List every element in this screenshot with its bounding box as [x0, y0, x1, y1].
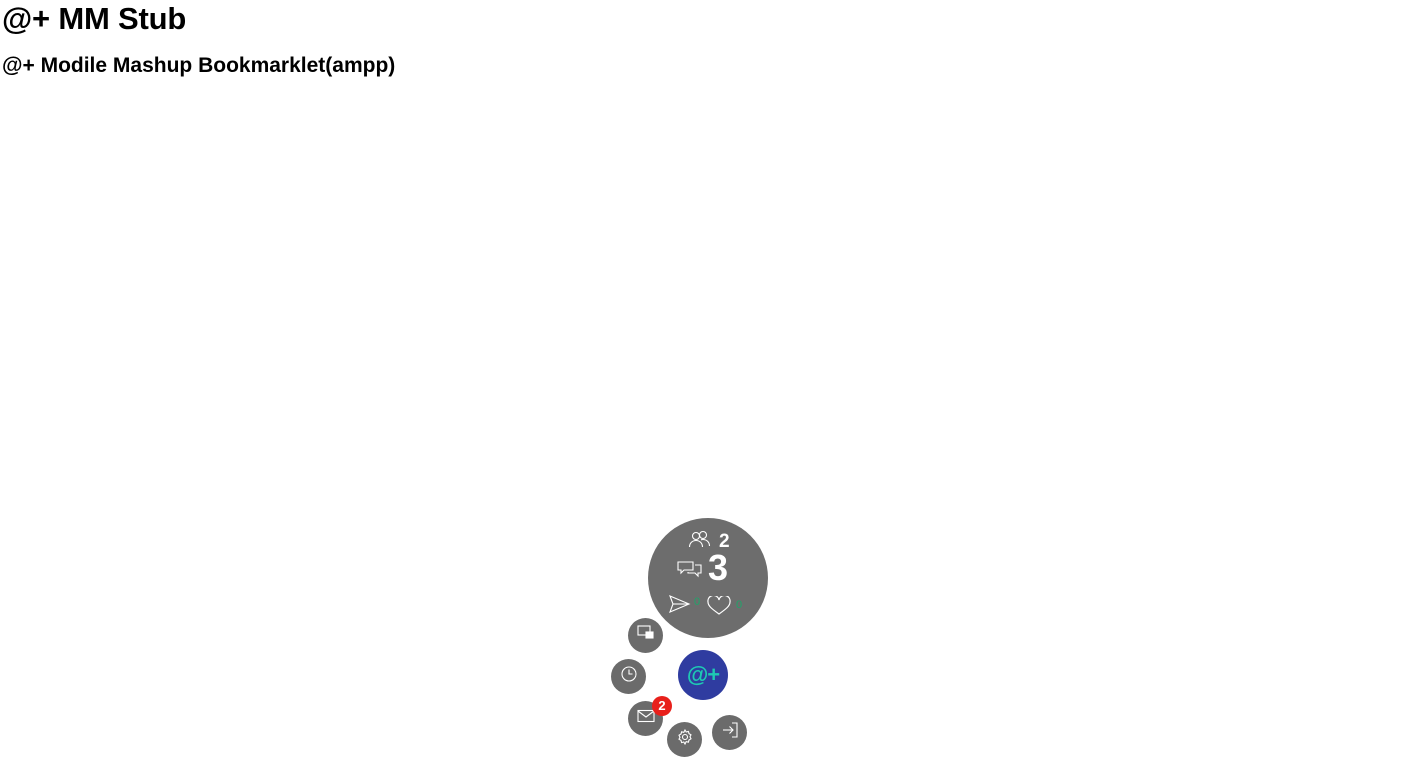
send-icon — [669, 594, 691, 618]
mail-badge: 2 — [652, 696, 672, 716]
settings-button[interactable] — [667, 722, 702, 757]
heart-icon — [706, 594, 732, 621]
history-button[interactable] — [611, 659, 646, 694]
window-button[interactable] — [628, 618, 663, 653]
gear-icon — [676, 728, 694, 751]
likes-count: 0 — [736, 599, 743, 611]
exit-icon — [721, 721, 739, 744]
sent-count: 0 — [694, 596, 701, 608]
logout-button[interactable] — [712, 715, 747, 750]
logo-label: @+ — [686, 662, 720, 687]
page-subtitle: @+ Modile Mashup Bookmarklet(ampp) — [2, 54, 396, 77]
window-icon — [636, 625, 655, 646]
mail-icon — [636, 709, 655, 728]
stats-panel[interactable]: 2 3 0 0 — [648, 518, 768, 638]
main-logo-button[interactable]: @+ — [678, 650, 728, 700]
page-title: @+ MM Stub — [2, 1, 187, 36]
comments-count: 3 — [708, 547, 729, 588]
chat-icon — [677, 560, 703, 583]
clock-icon — [620, 665, 638, 688]
